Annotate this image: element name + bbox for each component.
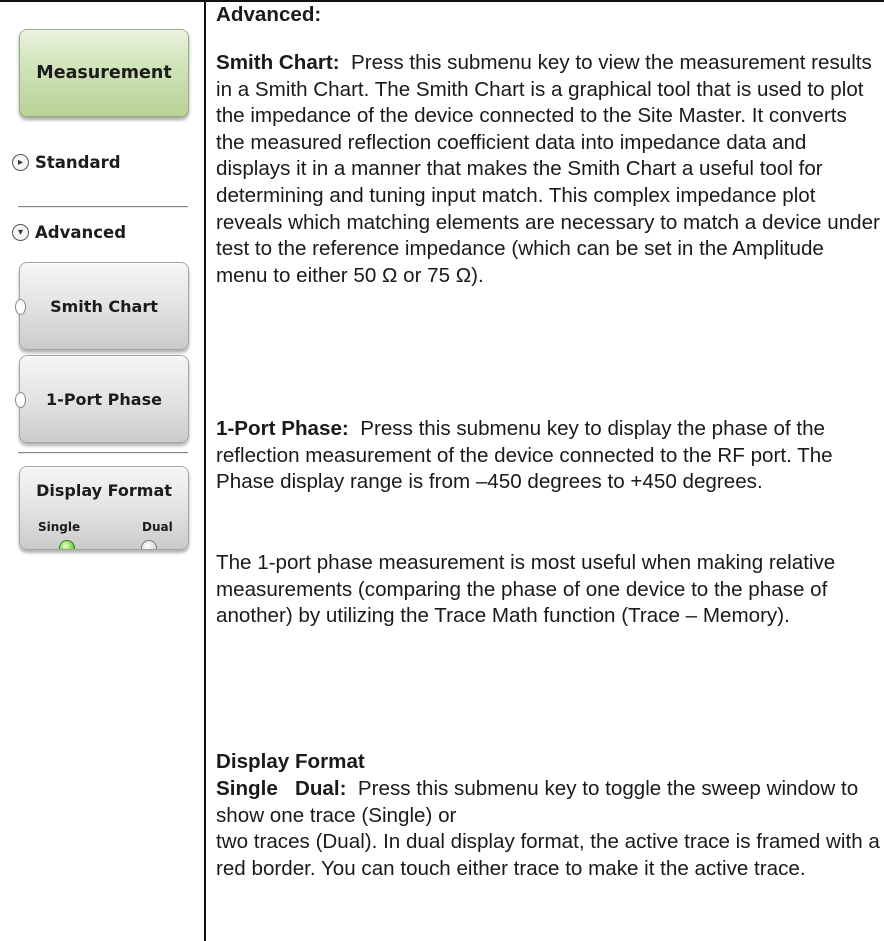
smith-chart-key[interactable]: Smith Chart: [15, 262, 189, 350]
one-port-phase-key[interactable]: 1-Port Phase: [15, 355, 189, 443]
phase-measurement-note: The 1-port phase measurement is most use…: [216, 551, 836, 628]
dual-option-label: Dual: [142, 520, 173, 534]
chevron-right-icon: ▸: [12, 154, 29, 171]
one-port-phase-term: 1-Port Phase:: [216, 417, 349, 440]
menu-separator: [18, 206, 188, 207]
measurement-submenu: Measurement ▸ Standard ▾ Advanced Smith …: [0, 0, 204, 941]
chevron-down-icon: ▾: [12, 224, 29, 241]
display-format-key[interactable]: Display Format Single Dual: [19, 466, 189, 550]
column-divider: [204, 0, 206, 941]
menu-separator: [18, 452, 188, 453]
key-notch-icon: [15, 392, 26, 408]
measurement-menu-title-key[interactable]: Measurement: [19, 29, 189, 117]
standard-label: Standard: [35, 153, 121, 172]
smith-chart-text: Press this submenu key to view the measu…: [216, 51, 880, 287]
dual-indicator-led-icon: [141, 540, 157, 549]
advanced-heading: Advanced:: [216, 3, 322, 26]
single-indicator-led-icon: [59, 540, 75, 549]
display-format-description: Single Dual: Press this submenu key to t…: [216, 776, 880, 882]
single-option-label: Single: [38, 520, 81, 534]
standard-section-toggle[interactable]: ▸ Standard: [12, 153, 121, 172]
advanced-section-toggle[interactable]: ▾ Advanced: [12, 223, 126, 242]
display-format-key-label: Display Format: [36, 481, 172, 500]
display-format-term: Single Dual:: [216, 777, 347, 800]
display-format-text-continued: two traces (Dual). In dual display forma…: [216, 830, 880, 880]
smith-chart-term: Smith Chart:: [216, 51, 340, 74]
key-notch-icon: [15, 299, 26, 315]
advanced-label: Advanced: [35, 223, 126, 242]
one-port-phase-key-label: 1-Port Phase: [46, 389, 162, 409]
display-format-heading: Display Format: [216, 750, 365, 773]
smith-chart-key-label: Smith Chart: [50, 296, 158, 316]
smith-chart-description: Smith Chart: Press this submenu key to v…: [216, 50, 880, 289]
one-port-phase-description: 1-Port Phase: Press this submenu key to …: [216, 416, 880, 496]
